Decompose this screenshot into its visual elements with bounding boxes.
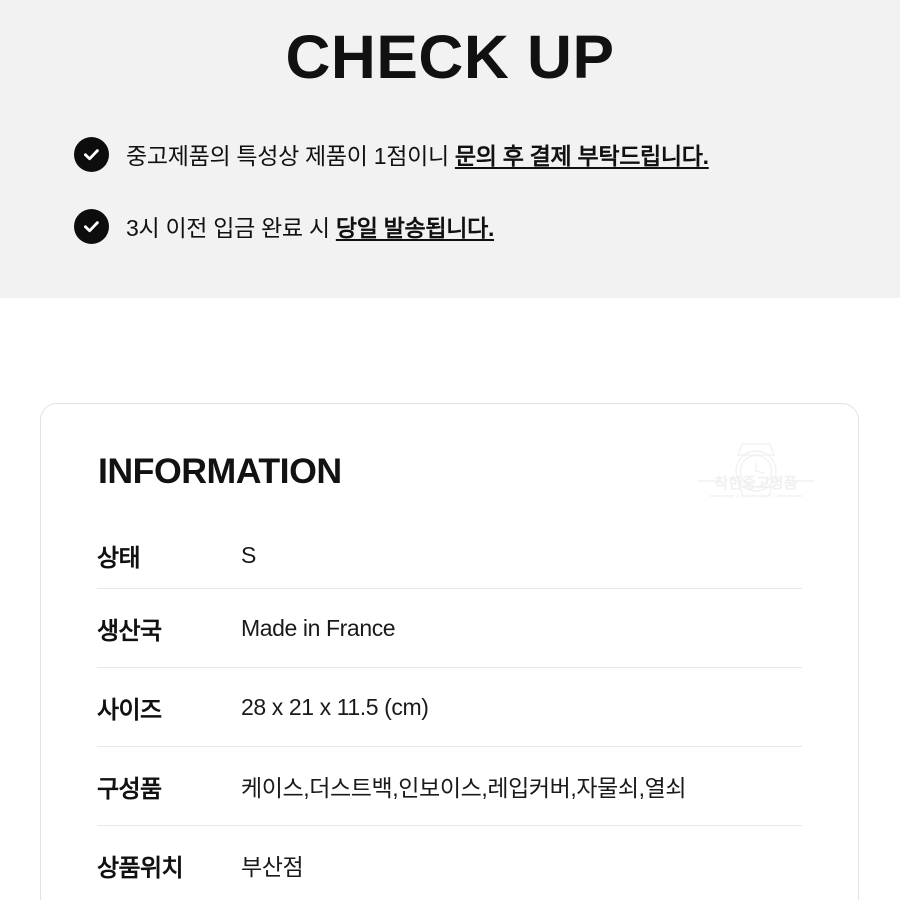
checkup-item-text: 중고제품의 특성상 제품이 1점이니 문의 후 결제 부탁드립니다. [126, 137, 709, 171]
section-spacer [0, 298, 900, 403]
spec-label: 상품위치 [97, 854, 184, 882]
spec-label: 사이즈 [97, 696, 162, 724]
check-circle-icon [74, 208, 109, 244]
checkup-item-text-emphasis: 당일 발송됩니다. [335, 215, 495, 241]
information-card-header: INFORMATION 착한중고명품 LUXURY SHOPS [41, 404, 858, 522]
checkup-item-text-emphasis: 문의 후 결제 부탁드립니다. [454, 143, 709, 169]
checkup-item: 중고제품의 특성상 제품이 1점이니 문의 후 결제 부탁드립니다. [74, 131, 874, 177]
checkup-item-text-normal: 중고제품의 특성상 제품이 1점이니 [126, 143, 455, 169]
spec-label: 구성품 [97, 775, 162, 803]
spec-label: 생산국 [97, 617, 162, 645]
table-row: 구성품 케이스,더스트백,인보이스,레입커버,자물쇠,열쇠 [97, 746, 802, 825]
table-row: 상품위치 부산점 [97, 825, 802, 900]
svg-text:착한중고명품: 착한중고명품 [715, 474, 798, 492]
checkup-item: 3시 이전 입금 완료 시 당일 발송됩니다. [74, 203, 874, 249]
information-spec-table: 상태 S 생산국 Made in France 사이즈 28 x 21 x 11… [41, 522, 858, 900]
spec-value: 28 x 21 x 11.5 (cm) [241, 693, 429, 720]
spec-label: 상태 [97, 544, 141, 572]
checkup-list: 중고제품의 특성상 제품이 1점이니 문의 후 결제 부탁드립니다. 3시 이전… [74, 131, 874, 275]
table-row: 생산국 Made in France [97, 588, 802, 667]
page-title: CHECK UP [285, 23, 615, 91]
spec-value: S [241, 541, 256, 568]
spec-value: Made in France [241, 614, 396, 641]
checkup-item-text: 3시 이전 입금 완료 시 당일 발송됩니다. [126, 209, 494, 243]
information-title: INFORMATION [98, 452, 342, 491]
wristwatch-logo-icon: 착한중고명품 LUXURY SHOPS [696, 440, 816, 506]
check-circle-icon [74, 136, 109, 172]
table-row: 사이즈 28 x 21 x 11.5 (cm) [97, 667, 802, 746]
checkup-section: CHECK UP 중고제품의 특성상 제품이 1점이니 문의 후 결제 부탁드립… [0, 0, 900, 298]
information-card: INFORMATION 착한중고명품 LUXURY SHOPS 상태 S 생산국… [40, 403, 859, 900]
checkup-item-text-normal: 3시 이전 입금 완료 시 [126, 215, 336, 241]
spec-value: 케이스,더스트백,인보이스,레입커버,자물쇠,열쇠 [241, 775, 687, 801]
svg-text:LUXURY SHOPS: LUXURY SHOPS [725, 494, 786, 500]
spec-value: 부산점 [241, 854, 304, 880]
table-row: 상태 S [97, 522, 802, 588]
